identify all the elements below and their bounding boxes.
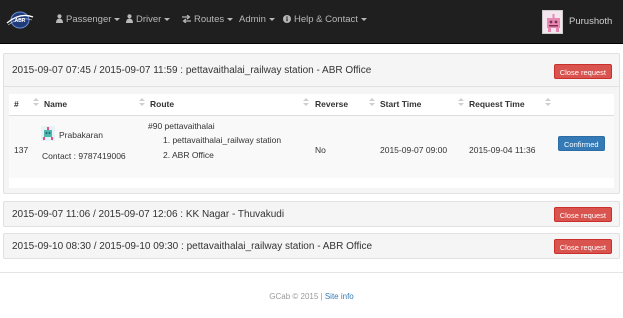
sort-icon[interactable] bbox=[139, 98, 145, 108]
site-info-link[interactable]: Site info bbox=[325, 292, 354, 301]
routes-arrows-icon bbox=[182, 15, 191, 23]
nav-routes-label: Routes bbox=[194, 14, 225, 25]
cell-start-time: 2015-09-07 09:00 bbox=[380, 145, 448, 155]
user-name[interactable]: Purushoth bbox=[569, 16, 612, 27]
request-panel: 2015-09-07 07:45 / 2015-09-07 11:59 : pe… bbox=[3, 53, 620, 194]
sort-icon[interactable] bbox=[369, 98, 375, 108]
abr-logo-icon[interactable]: ABR bbox=[6, 8, 34, 32]
request-title[interactable]: 2015-09-10 08:30 / 2015-09-10 09:30 : pe… bbox=[12, 241, 372, 252]
col-header-route[interactable]: Route bbox=[150, 99, 174, 109]
nav-routes[interactable]: Routes bbox=[182, 14, 234, 25]
sort-icon[interactable] bbox=[545, 98, 551, 108]
avatar-image-icon bbox=[543, 11, 562, 33]
logo-text: ABR bbox=[15, 18, 26, 24]
nav-help-contact[interactable]: Help & Contact bbox=[283, 14, 367, 25]
footer: GCab © 2015 | Site info bbox=[0, 292, 623, 301]
request-panel: 2015-09-10 08:30 / 2015-09-10 09:30 : pe… bbox=[3, 233, 620, 259]
chevron-down-icon bbox=[360, 17, 367, 21]
cell-route-stop: 1. pettavaithalai_railway station bbox=[163, 135, 282, 145]
close-request-button[interactable]: Close request bbox=[553, 207, 612, 222]
nav-driver-label: Driver bbox=[136, 14, 162, 25]
cell-passenger-name: Prabakaran bbox=[59, 130, 103, 140]
close-request-button[interactable]: Close request bbox=[553, 239, 612, 254]
cell-route-number: #90 pettavaithalai bbox=[148, 121, 215, 131]
cell-id: 137 bbox=[14, 145, 29, 155]
cell-reverse: No bbox=[315, 145, 326, 155]
col-header-reverse[interactable]: Reverse bbox=[315, 99, 348, 109]
request-panel: 2015-09-07 11:06 / 2015-09-07 12:06 : KK… bbox=[3, 201, 620, 227]
nav-passenger[interactable]: Passenger bbox=[56, 14, 121, 25]
request-title[interactable]: 2015-09-07 11:06 / 2015-09-07 12:06 : KK… bbox=[12, 209, 284, 220]
cell-contact: Contact : 9787419006 bbox=[42, 151, 126, 161]
cell-request-time: 2015-09-04 11:36 bbox=[469, 145, 536, 155]
chevron-down-icon bbox=[227, 17, 234, 21]
sort-icon[interactable] bbox=[458, 98, 464, 108]
request-table: # Name Route Reverse Start Time Request … bbox=[9, 94, 614, 188]
chevron-down-icon bbox=[164, 17, 171, 21]
info-circle-icon bbox=[283, 15, 291, 23]
passenger-avatar-icon bbox=[41, 126, 55, 141]
nav-passenger-label: Passenger bbox=[66, 14, 112, 25]
nav-admin[interactable]: Admin bbox=[239, 14, 275, 25]
chevron-down-icon bbox=[268, 17, 275, 21]
col-header-request-time[interactable]: Request Time bbox=[469, 99, 525, 109]
confirmed-button[interactable]: Confirmed bbox=[558, 136, 605, 151]
request-title[interactable]: 2015-09-07 07:45 / 2015-09-07 11:59 : pe… bbox=[12, 65, 371, 76]
footer-divider bbox=[0, 272, 623, 273]
sort-icon[interactable] bbox=[33, 98, 39, 108]
sort-icon[interactable] bbox=[303, 98, 309, 108]
cell-route-stop: 2. ABR Office bbox=[163, 150, 214, 160]
nav-driver[interactable]: Driver bbox=[126, 14, 171, 25]
col-header-name[interactable]: Name bbox=[44, 99, 67, 109]
col-header-start-time[interactable]: Start Time bbox=[380, 99, 421, 109]
col-header-id[interactable]: # bbox=[14, 99, 19, 109]
close-request-button[interactable]: Close request bbox=[553, 64, 612, 79]
nav-help-contact-label: Help & Contact bbox=[294, 14, 358, 25]
panel-divider bbox=[4, 86, 619, 87]
user-avatar[interactable] bbox=[542, 10, 563, 34]
chevron-down-icon bbox=[114, 17, 121, 21]
top-navbar: ABR Passenger Driver Routes Admin Help &… bbox=[0, 0, 623, 44]
user-icon bbox=[126, 14, 133, 23]
footer-copyright: GCab © 2015 | bbox=[269, 292, 323, 301]
user-icon bbox=[56, 14, 63, 23]
nav-admin-label: Admin bbox=[239, 14, 266, 25]
